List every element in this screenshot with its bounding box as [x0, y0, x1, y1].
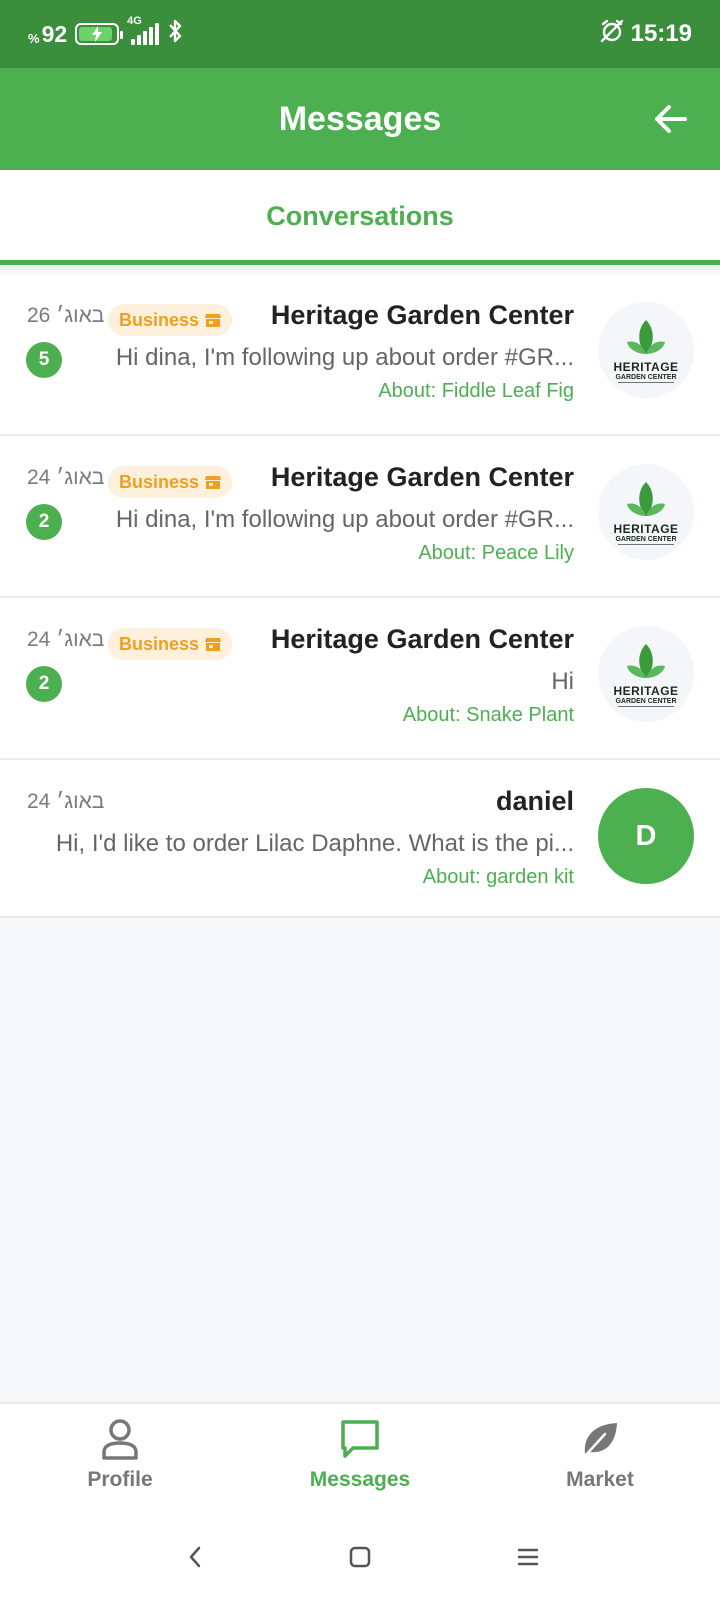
business-badge: Business	[108, 628, 232, 660]
alarm-off-icon	[599, 18, 625, 51]
about-product: About: Peace Lily	[418, 542, 574, 564]
conversation-name: daniel	[495, 786, 574, 816]
leaf-icon	[583, 1423, 617, 1458]
nav-messages-label: Messages	[309, 1468, 411, 1491]
conversation-name: Heritage Garden Center	[270, 624, 574, 654]
nav-profile[interactable]: Profile	[30, 1418, 210, 1508]
leaf-logo-icon	[627, 319, 665, 354]
conversation-name: Heritage Garden Center	[270, 300, 574, 330]
status-right: 15:19	[599, 18, 692, 51]
nav-profile-label: Profile	[87, 1468, 153, 1491]
store-icon	[205, 476, 222, 489]
message-preview: Hi dina, I'm following up about order #G…	[115, 344, 574, 371]
conversation-item[interactable]: 26 באוג׳ Business Heritage Garden Center…	[0, 274, 720, 436]
unread-count-badge: 5	[26, 342, 62, 378]
avatar: D	[598, 788, 694, 884]
message-preview: Hi	[551, 668, 574, 695]
business-logo-avatar: HERITAGE GARDEN CENTER	[598, 464, 694, 560]
chevron-left-icon	[189, 1546, 201, 1568]
conversation-date: 24 באוג׳	[27, 466, 105, 489]
conversation-item[interactable]: 24 באוג׳ daniel Hi, I'd like to order Li…	[0, 760, 720, 918]
square-icon	[349, 1546, 371, 1568]
conversation-item[interactable]: 24 באוג׳ Business Heritage Garden Center…	[0, 598, 720, 760]
tab-conversations[interactable]: Conversations	[0, 170, 720, 262]
battery-icon	[75, 23, 124, 45]
conversation-list: 26 באוג׳ Business Heritage Garden Center…	[0, 274, 720, 918]
leaf-logo-icon	[627, 643, 665, 678]
business-badge: Business	[108, 466, 232, 498]
message-preview: Hi dina, I'm following up about order #G…	[115, 506, 574, 533]
business-badge-label: Business	[118, 633, 200, 654]
signal-icon: 4G	[127, 15, 160, 45]
tab-bar: Conversations	[0, 170, 720, 270]
chat-bubble-icon	[341, 1420, 379, 1458]
conversation-date: 24 באוג׳	[27, 628, 105, 651]
conversation-item[interactable]: 24 באוג׳ Business Heritage Garden Center…	[0, 436, 720, 598]
business-logo-avatar: HERITAGE GARDEN CENTER	[598, 626, 694, 722]
status-bar: % 92 4G 15:19	[0, 0, 720, 68]
status-left: % 92 4G	[28, 15, 183, 49]
conversation-date: 26 באוג׳	[27, 304, 105, 327]
clock: 15:19	[630, 20, 692, 47]
back-button[interactable]	[648, 96, 694, 142]
leaf-logo-icon	[627, 481, 665, 516]
system-nav-bar	[0, 1512, 720, 1600]
nav-market-label: Market	[566, 1468, 634, 1491]
conversation-date: 24 באוג׳	[27, 790, 105, 813]
about-product: About: Snake Plant	[402, 704, 574, 726]
app-bar: Messages	[0, 68, 720, 170]
nav-market[interactable]: Market	[510, 1418, 690, 1508]
conversation-name: Heritage Garden Center	[270, 462, 574, 492]
business-logo-avatar: HERITAGE GARDEN CENTER	[598, 302, 694, 398]
business-badge-label: Business	[118, 471, 200, 492]
page-title: Messages	[278, 99, 442, 138]
arrow-right-icon	[655, 105, 687, 133]
network-type: 4G	[127, 15, 142, 27]
percent-sign: %	[28, 30, 40, 46]
about-product: About: garden kit	[422, 866, 574, 888]
bottom-nav: Profile Messages Market	[0, 1402, 720, 1512]
menu-icon	[517, 1548, 539, 1566]
about-product: About: Fiddle Leaf Fig	[378, 380, 574, 402]
business-badge-label: Business	[118, 309, 200, 330]
store-icon	[205, 314, 222, 327]
store-icon	[205, 638, 222, 651]
system-back-button[interactable]	[170, 1532, 220, 1582]
person-icon	[102, 1419, 138, 1460]
system-menu-button[interactable]	[503, 1532, 553, 1582]
unread-count-badge: 2	[26, 666, 62, 702]
business-badge: Business	[108, 304, 232, 336]
message-preview: Hi, I'd like to order Lilac Daphne. What…	[55, 830, 574, 857]
battery-percent: 92	[41, 20, 68, 47]
unread-count-badge: 2	[26, 504, 62, 540]
nav-messages[interactable]: Messages	[270, 1418, 450, 1508]
system-home-button[interactable]	[335, 1532, 385, 1582]
bluetooth-icon	[167, 19, 183, 49]
